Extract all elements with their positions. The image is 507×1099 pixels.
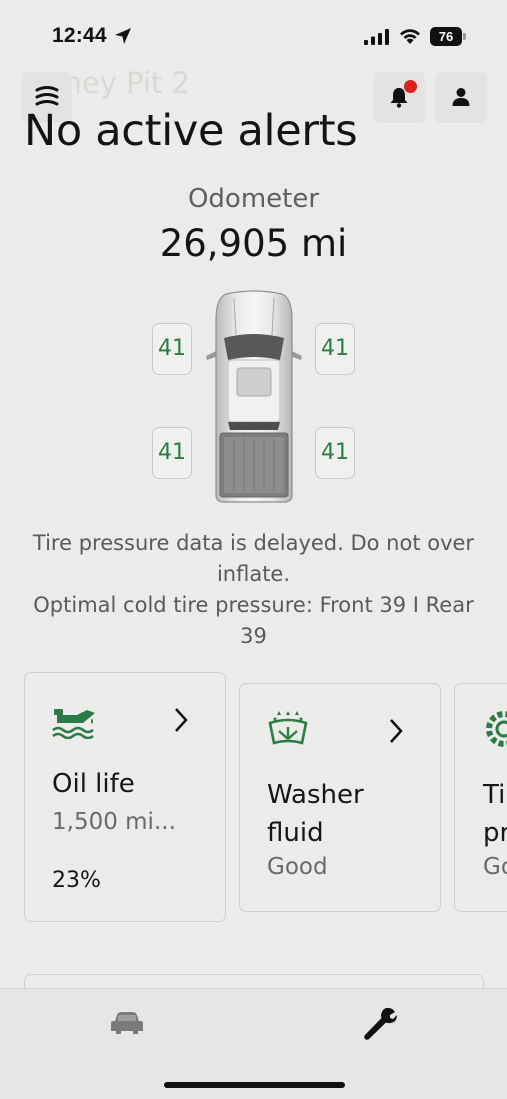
tire-pressure-note-line2: Optimal cold tire pressure: Front 39 I R… bbox=[33, 593, 474, 648]
odometer-value: 26,905 mi bbox=[159, 222, 348, 265]
washer-fluid-icon bbox=[268, 711, 308, 745]
oil-can-icon bbox=[52, 709, 95, 739]
profile-button[interactable] bbox=[435, 72, 487, 123]
washer-fluid-title: Washer fluid bbox=[267, 780, 364, 848]
vehicle-icon[interactable] bbox=[110, 1011, 144, 1035]
battery-indicator: 76 bbox=[430, 27, 462, 46]
tire-pressure-card[interactable]: Tire pressure Good bbox=[454, 683, 507, 912]
tire-pressure-rear-left: 41 bbox=[152, 427, 192, 479]
tire-pressure-rear-right: 41 bbox=[315, 427, 355, 479]
tire-pressure-front-right: 41 bbox=[315, 323, 355, 375]
notifications-button[interactable] bbox=[374, 72, 425, 123]
tire-pressure-status: Good bbox=[483, 854, 507, 880]
oil-life-card[interactable]: Oil life 1,500 mi... 23% bbox=[24, 672, 226, 922]
wifi-icon bbox=[400, 29, 420, 44]
home-indicator bbox=[164, 1082, 345, 1088]
status-time: 12:44 bbox=[52, 24, 107, 47]
chevron-right-icon bbox=[175, 708, 188, 732]
odometer-label: Odometer bbox=[187, 184, 320, 214]
location-arrow-icon bbox=[115, 28, 131, 44]
alerts-title: No active alerts bbox=[24, 106, 358, 156]
oil-life-percent: 23% bbox=[52, 868, 101, 893]
tire-gear-icon bbox=[486, 711, 507, 747]
profile-icon bbox=[452, 88, 470, 106]
notification-dot bbox=[404, 80, 417, 93]
wrench-icon[interactable] bbox=[362, 1005, 398, 1041]
cellular-signal-icon bbox=[364, 29, 389, 45]
washer-fluid-status: Good bbox=[267, 854, 328, 880]
chevron-right-icon bbox=[390, 719, 403, 743]
tire-pressure-note: Tire pressure data is delayed. Do not ov… bbox=[20, 528, 487, 652]
tire-pressure-front-left: 41 bbox=[152, 323, 192, 375]
washer-fluid-card[interactable]: Washer fluid Good bbox=[239, 683, 441, 912]
tire-pressure-card-clip: Tire pressure Good bbox=[454, 683, 507, 914]
tire-pressure-note-line1: Tire pressure data is delayed. Do not ov… bbox=[32, 531, 475, 586]
truck-top-view-image bbox=[206, 290, 302, 503]
tire-pressure-title: Tire pressure bbox=[483, 780, 507, 848]
status-bar: 12:44 76 bbox=[0, 0, 507, 72]
battery-tip bbox=[463, 33, 466, 40]
oil-life-subtitle: 1,500 mi... bbox=[52, 809, 176, 835]
oil-life-title: Oil life bbox=[52, 769, 135, 799]
